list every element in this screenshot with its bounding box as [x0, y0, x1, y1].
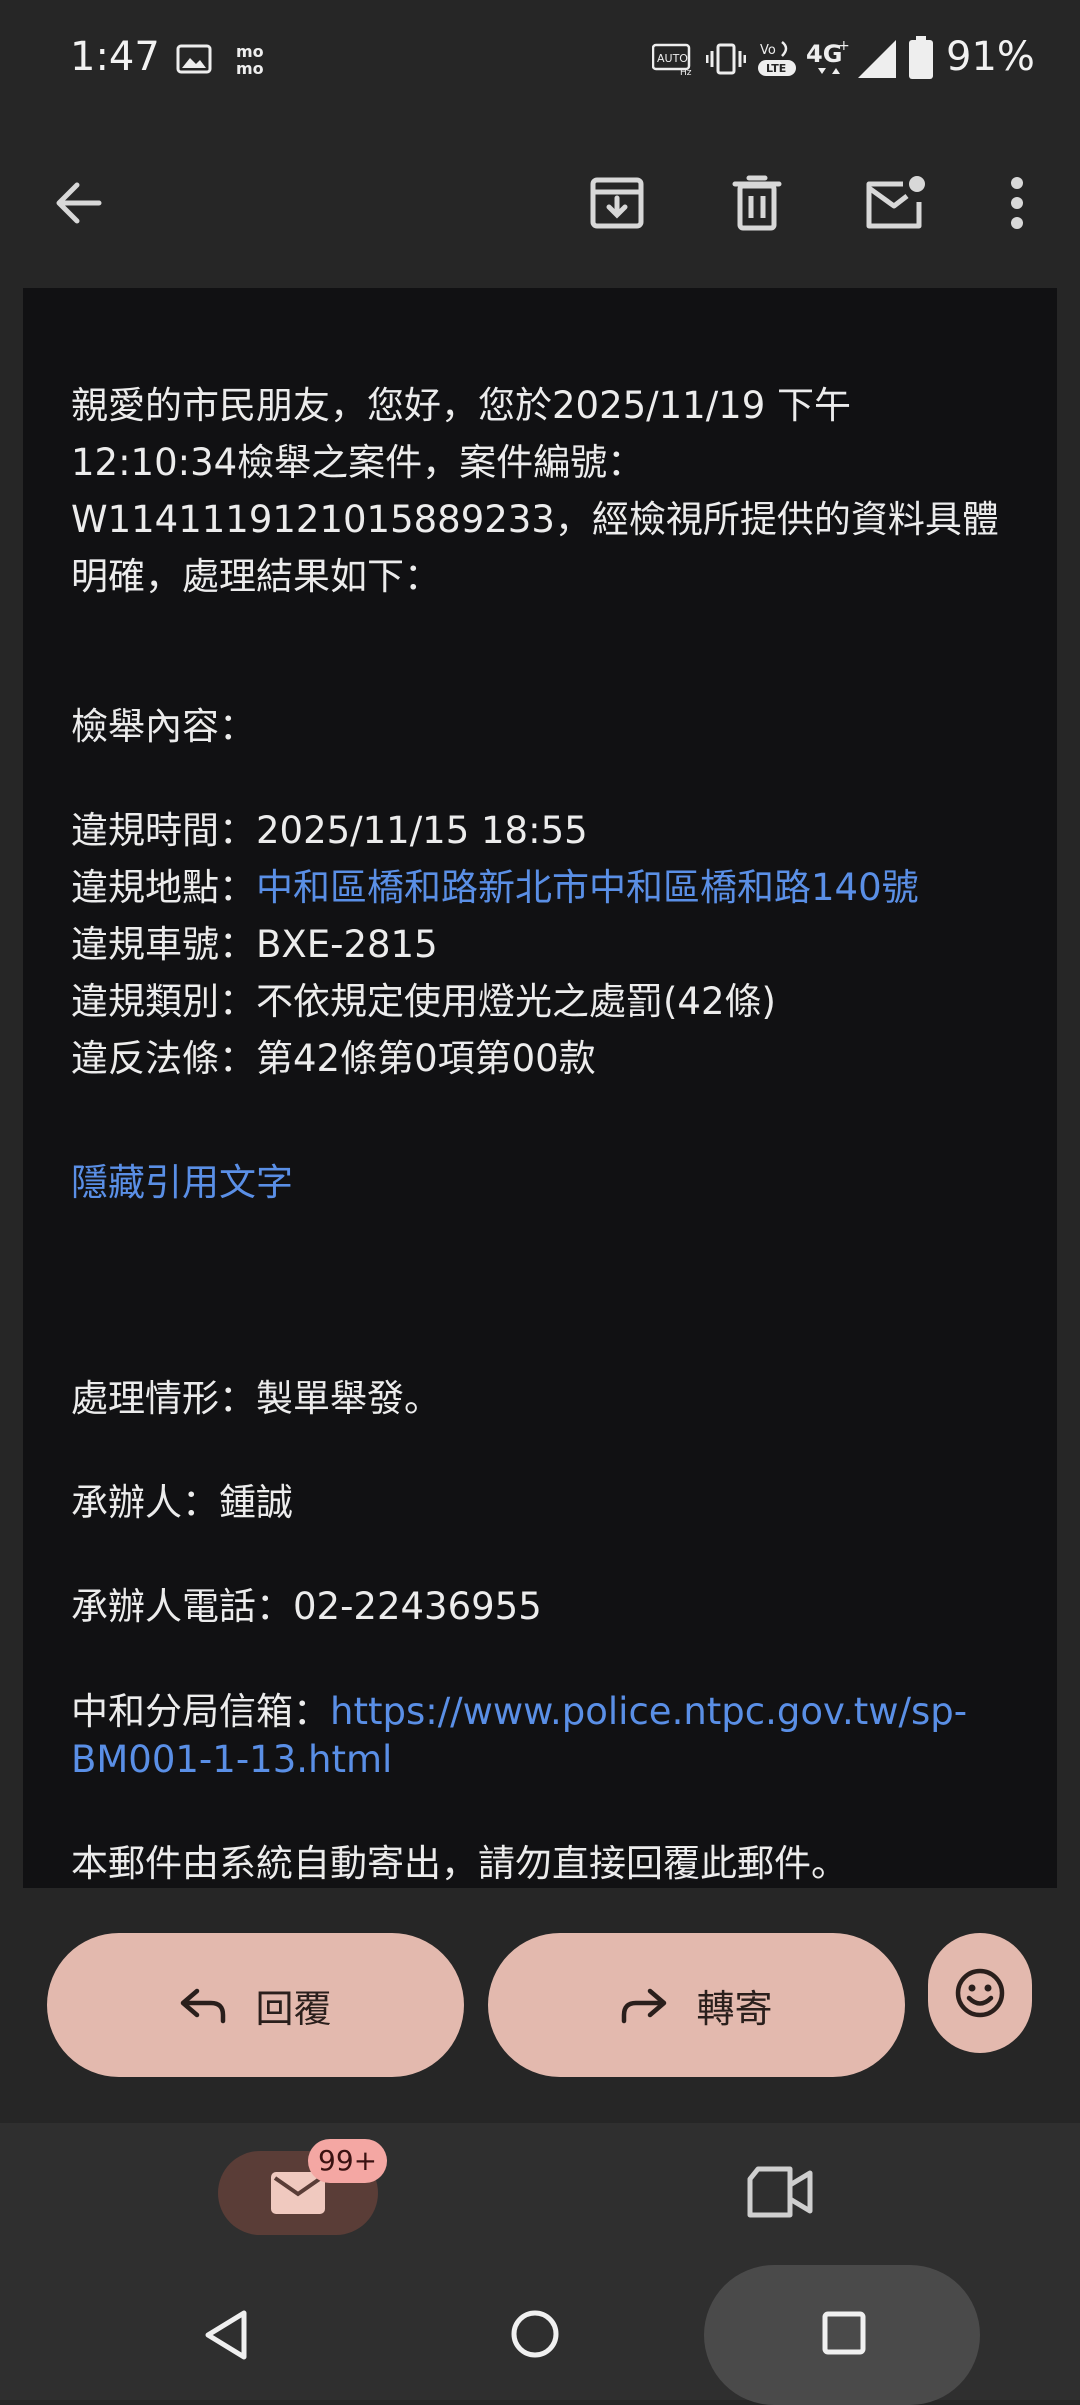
violation-type-label: 違規類別： [71, 980, 256, 1023]
status-time: 1:47 [70, 34, 160, 80]
violation-law-label: 違反法條： [71, 1037, 256, 1080]
home-nav-icon[interactable] [508, 2307, 562, 2361]
video-camera-icon [747, 2166, 813, 2218]
officer-phone-value: 02-22436955 [293, 1585, 542, 1628]
email-toolbar [0, 118, 1080, 288]
mailbox-label: 中和分局信箱： [71, 1690, 330, 1733]
battery-percent: 91% [946, 34, 1035, 80]
violation-type-value: 不依規定使用燈光之處罰(42條) [256, 980, 776, 1023]
reply-button[interactable]: 回覆 [47, 1933, 464, 2077]
svg-text:AUTO: AUTO [657, 52, 688, 65]
svg-text:4G: 4G [806, 40, 842, 68]
violation-type-row: 違規類別：不依規定使用燈光之處罰(42條) [71, 973, 776, 1030]
officer-phone-label: 承辦人電話： [71, 1585, 293, 1628]
processing-status-row: 處理情形：製單舉發。 [71, 1370, 441, 1427]
delete-icon [732, 175, 782, 231]
archive-button[interactable] [572, 158, 662, 248]
violation-location-link[interactable]: 中和區橋和路新北市中和區橋和路140號 [256, 866, 919, 909]
intro-line-3: W1141119121015889233，經檢視所提供的資料具體 [71, 498, 999, 541]
battery-icon [909, 36, 933, 79]
forward-label: 轉寄 [696, 1986, 773, 2031]
email-body: 親愛的市民朋友，您好，您於2025/11/19 下午 12:10:34檢舉之案件… [23, 288, 1057, 1888]
mailbox-link-part2[interactable]: BM001-1-13.html [71, 1731, 392, 1788]
svg-text:LTE: LTE [766, 62, 786, 75]
mark-unread-icon [866, 176, 925, 229]
forward-button[interactable]: 轉寄 [488, 1933, 905, 2077]
smiley-icon [955, 1968, 1005, 2018]
forward-icon [622, 1988, 667, 2024]
violation-location-row: 違規地點：中和區橋和路新北市中和區橋和路140號 [71, 859, 919, 916]
svg-text:Hz: Hz [680, 68, 692, 76]
intro-line-2: 12:10:34檢舉之案件，案件編號： [71, 441, 645, 484]
recents-nav-icon[interactable] [820, 2309, 868, 2357]
intro-line-4: 明確，處理結果如下： [71, 555, 441, 598]
system-navigation-bar [0, 2265, 1080, 2405]
violation-law-value: 第42條第0項第00款 [256, 1037, 596, 1080]
back-button[interactable] [34, 158, 124, 248]
report-heading: 檢舉內容： [71, 705, 256, 748]
reply-label: 回覆 [255, 1986, 332, 2031]
signal-icon [858, 40, 896, 78]
violation-location-label: 違規地點： [71, 866, 256, 909]
momo-icon: mo mo [236, 42, 264, 76]
archive-icon [590, 177, 644, 229]
delete-button[interactable] [712, 158, 802, 248]
nav-meet-tab[interactable] [744, 2163, 816, 2225]
more-options-button[interactable] [972, 158, 1062, 248]
more-vert-icon [1011, 177, 1023, 229]
svg-text:+: + [838, 38, 850, 54]
violation-time-value: 2025/11/15 18:55 [256, 809, 588, 852]
mail-unread-badge: 99+ [308, 2139, 388, 2183]
svg-text:Vo: Vo [760, 43, 776, 58]
reply-icon [181, 1988, 226, 2024]
officer-value: 鍾誠 [219, 1481, 293, 1524]
vibrate-icon [706, 43, 746, 75]
mailbox-link-part1[interactable]: https://www.police.ntpc.gov.tw/sp- [330, 1690, 967, 1733]
svg-text:mo: mo [236, 59, 264, 76]
gallery-icon [176, 44, 212, 74]
status-bar: 1:47 mo mo AUTO Hz Vo LTE 4G + 91% [0, 0, 1080, 118]
4g-icon: 4G + [806, 38, 850, 74]
violation-time-label: 違規時間： [71, 809, 256, 852]
auto-mail-notice: 本郵件由系統自動寄出，請勿直接回覆此郵件。 [71, 1842, 848, 1885]
hide-quoted-text-link[interactable]: 隱藏引用文字 [71, 1154, 293, 1211]
officer-row: 承辦人：鍾誠 [71, 1474, 293, 1531]
violation-time-row: 違規時間：2025/11/15 18:55 [71, 802, 588, 859]
officer-label: 承辦人： [71, 1481, 219, 1524]
emoji-reaction-button[interactable] [928, 1933, 1032, 2053]
auto-hz-icon: AUTO Hz [652, 43, 692, 76]
violation-plate-value: BXE-2815 [256, 923, 438, 966]
back-nav-icon[interactable] [200, 2307, 252, 2363]
intro-line-1: 親愛的市民朋友，您好，您於2025/11/19 下午 [71, 384, 852, 427]
back-arrow-icon [56, 182, 102, 224]
violation-plate-row: 違規車號：BXE-2815 [71, 916, 438, 973]
violation-law-row: 違反法條：第42條第0項第00款 [71, 1030, 596, 1087]
volte-icon: Vo LTE [758, 41, 796, 76]
violation-plate-label: 違規車號： [71, 923, 256, 966]
officer-phone-row: 承辦人電話：02-22436955 [71, 1578, 542, 1635]
processing-status-label: 處理情形： [71, 1377, 256, 1420]
processing-status-value: 製單舉發。 [256, 1377, 441, 1420]
mark-unread-button[interactable] [850, 158, 940, 248]
